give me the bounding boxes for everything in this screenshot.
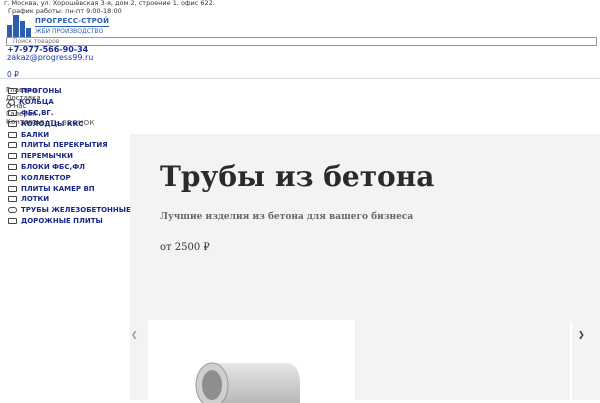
sidebar-item-progony[interactable]: ПРОГОНЫ bbox=[8, 86, 133, 97]
email-link[interactable]: zakaz@progress99.ru bbox=[7, 53, 93, 62]
header-contact-info: г. Москва, ул. Хорошёвская 3-я, дом 2, с… bbox=[4, 0, 215, 15]
chevron-left-icon[interactable]: ❮ bbox=[131, 330, 138, 339]
sidebar-item-label: БЛОКИ ФБС,ФЛ bbox=[21, 162, 85, 171]
sidebar-item-peremychki[interactable]: ПЕРЕМЫЧКИ bbox=[8, 151, 133, 162]
header-divider bbox=[0, 78, 600, 79]
sidebar-item-label: КОЛОДЦЫ ККС bbox=[21, 119, 84, 128]
sidebar-item-label: ЛОТКИ bbox=[21, 195, 50, 204]
beam-icon bbox=[8, 88, 17, 95]
sidebar-item-label: КОЛЛЕКТОР bbox=[21, 173, 71, 182]
schedule-text: График работы: пн-пт 9:00-18:00 bbox=[8, 6, 122, 15]
ring-icon bbox=[8, 98, 15, 106]
sidebar-item-lotki[interactable]: ЛОТКИ bbox=[8, 194, 133, 205]
block-icon bbox=[8, 109, 17, 116]
hero-price: от 2500 ₽ bbox=[160, 242, 210, 253]
sidebar-item-label: БАЛКИ bbox=[21, 130, 50, 139]
sidebar-item-label: ДОРОЖНЫЕ ПЛИТЫ bbox=[21, 216, 103, 225]
logo-buildings-icon bbox=[7, 15, 31, 37]
slab-icon bbox=[8, 185, 17, 192]
search-input[interactable] bbox=[6, 37, 597, 46]
tray-icon bbox=[8, 196, 17, 203]
sidebar-item-kollektor[interactable]: КОЛЛЕКТОР bbox=[8, 172, 133, 183]
slab-icon bbox=[8, 142, 17, 149]
sidebar-item-fbs-vg[interactable]: ФБС,ВГ. bbox=[8, 108, 133, 119]
site-logo[interactable]: ПРОГРЕСС-СТРОЙ ЖБИ ПРОИЗВОДСТВО bbox=[7, 15, 110, 37]
sidebar-item-plity-perekrytiya[interactable]: ПЛИТЫ ПЕРЕКРЫТИЯ bbox=[8, 140, 133, 151]
sidebar-item-balki[interactable]: БАЛКИ bbox=[8, 129, 133, 140]
pipe-icon bbox=[8, 207, 17, 214]
sidebar-item-plity-kamer-vp[interactable]: ПЛИТЫ КАМЕР ВП bbox=[8, 183, 133, 194]
chevron-right-icon[interactable]: ❯ bbox=[578, 330, 585, 339]
slider-gutter bbox=[570, 322, 572, 400]
hero-title: Трубы из бетона bbox=[160, 160, 435, 193]
logo-name: ПРОГРЕСС-СТРОЙ bbox=[35, 17, 110, 25]
sidebar-item-label: ПЕРЕМЫЧКИ bbox=[21, 152, 74, 161]
sidebar-item-label: ПЛИТЫ КАМЕР ВП bbox=[21, 184, 95, 193]
product-card[interactable] bbox=[148, 320, 355, 403]
sidebar-item-label: КОЛЬЦА bbox=[19, 98, 54, 107]
sidebar-item-label: ПРОГОНЫ bbox=[21, 87, 62, 96]
sidebar-item-kolodtsy-kks[interactable]: КОЛОДЦЫ ККС bbox=[8, 118, 133, 129]
sidebar-item-truby[interactable]: ТРУБЫ ЖЕЛЕЗОБЕТОННЫЕ bbox=[8, 205, 133, 216]
sidebar-item-label: ФБС,ВГ. bbox=[21, 108, 54, 117]
beam-icon bbox=[8, 131, 17, 138]
well-icon bbox=[8, 120, 17, 127]
catalog-sidebar: ПРОГОНЫ КОЛЬЦА ФБС,ВГ. КОЛОДЦЫ ККС БАЛКИ… bbox=[8, 86, 133, 226]
sidebar-item-koltsa[interactable]: КОЛЬЦА bbox=[8, 97, 133, 108]
sidebar-item-label: ПЛИТЫ ПЕРЕКРЫТИЯ bbox=[21, 141, 108, 150]
sidebar-item-dorozhnye-plity[interactable]: ДОРОЖНЫЕ ПЛИТЫ bbox=[8, 216, 133, 227]
concrete-pipe-image bbox=[195, 362, 300, 403]
sidebar-item-bloki-fbs-fl[interactable]: БЛОКИ ФБС,ФЛ bbox=[8, 162, 133, 173]
logo-subtitle: ЖБИ ПРОИЗВОДСТВО bbox=[35, 26, 110, 35]
block-icon bbox=[8, 163, 17, 170]
road-slab-icon bbox=[8, 217, 17, 224]
hero-subtitle: Лучшие изделия из бетона для вашего бизн… bbox=[160, 212, 414, 222]
collector-icon bbox=[8, 174, 17, 181]
lintel-icon bbox=[8, 153, 17, 160]
sidebar-item-label: ТРУБЫ ЖЕЛЕЗОБЕТОННЫЕ bbox=[21, 206, 131, 215]
